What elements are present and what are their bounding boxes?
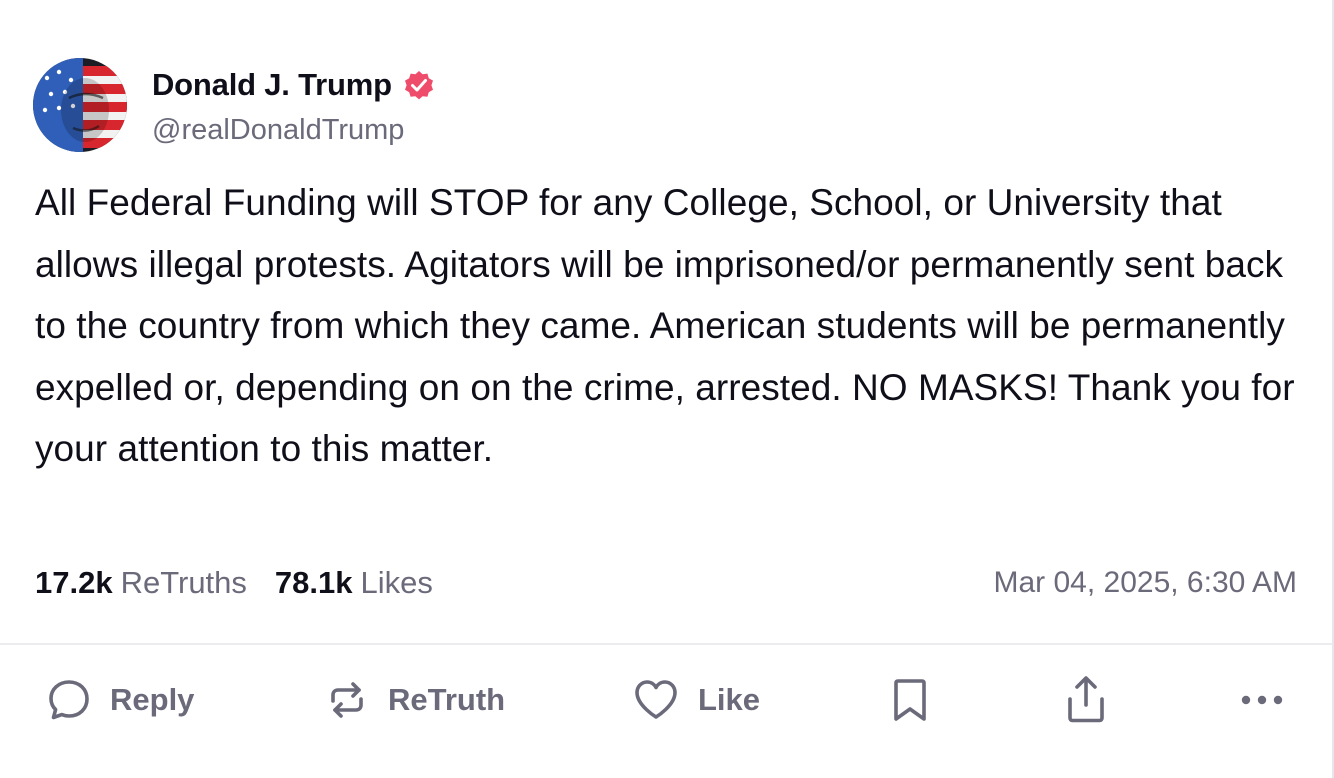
- likes-label: Likes: [360, 565, 433, 600]
- retruths-label: ReTruths: [120, 565, 247, 600]
- reply-button[interactable]: Reply: [46, 670, 194, 730]
- post-text: All Federal Funding will STOP for any Co…: [35, 182, 1295, 469]
- avatar[interactable]: [33, 58, 127, 152]
- retruths-count: 17.2k: [35, 565, 113, 600]
- share-icon: [1068, 676, 1104, 723]
- likes-stat[interactable]: 78.1k Likes: [275, 565, 433, 601]
- share-button[interactable]: [1062, 670, 1110, 730]
- like-label: Like: [698, 682, 761, 717]
- reply-icon: [49, 680, 89, 720]
- bookmark-button[interactable]: [888, 670, 932, 730]
- post-header: Donald J. Trump @realDonaldTrump: [33, 58, 437, 154]
- post-stats: 17.2k ReTruths 78.1k Likes Mar 04, 2025,…: [35, 560, 1297, 606]
- retruth-button[interactable]: ReTruth: [324, 670, 505, 730]
- author-info: Donald J. Trump @realDonaldTrump: [152, 58, 437, 154]
- post-timestamp[interactable]: Mar 04, 2025, 6:30 AM: [993, 566, 1297, 600]
- action-bar: Reply ReTruth Like: [0, 670, 1334, 730]
- like-icon: [635, 680, 677, 719]
- name-row: Donald J. Trump: [152, 66, 437, 104]
- more-options-button[interactable]: [1238, 670, 1286, 730]
- author-handle[interactable]: @realDonaldTrump: [152, 114, 437, 147]
- reply-label: Reply: [110, 682, 195, 717]
- author-name[interactable]: Donald J. Trump: [152, 67, 392, 103]
- likes-count: 78.1k: [274, 565, 353, 600]
- bookmark-icon: [894, 679, 926, 721]
- avatar-image: [33, 58, 127, 152]
- retruth-label: ReTruth: [388, 682, 506, 717]
- retruths-stat[interactable]: 17.2k ReTruths: [35, 565, 247, 601]
- retruth-icon: [331, 682, 363, 718]
- like-button[interactable]: Like: [632, 670, 760, 730]
- more-icon: [1241, 695, 1283, 705]
- divider: [0, 643, 1332, 645]
- verified-badge-icon: [401, 67, 437, 103]
